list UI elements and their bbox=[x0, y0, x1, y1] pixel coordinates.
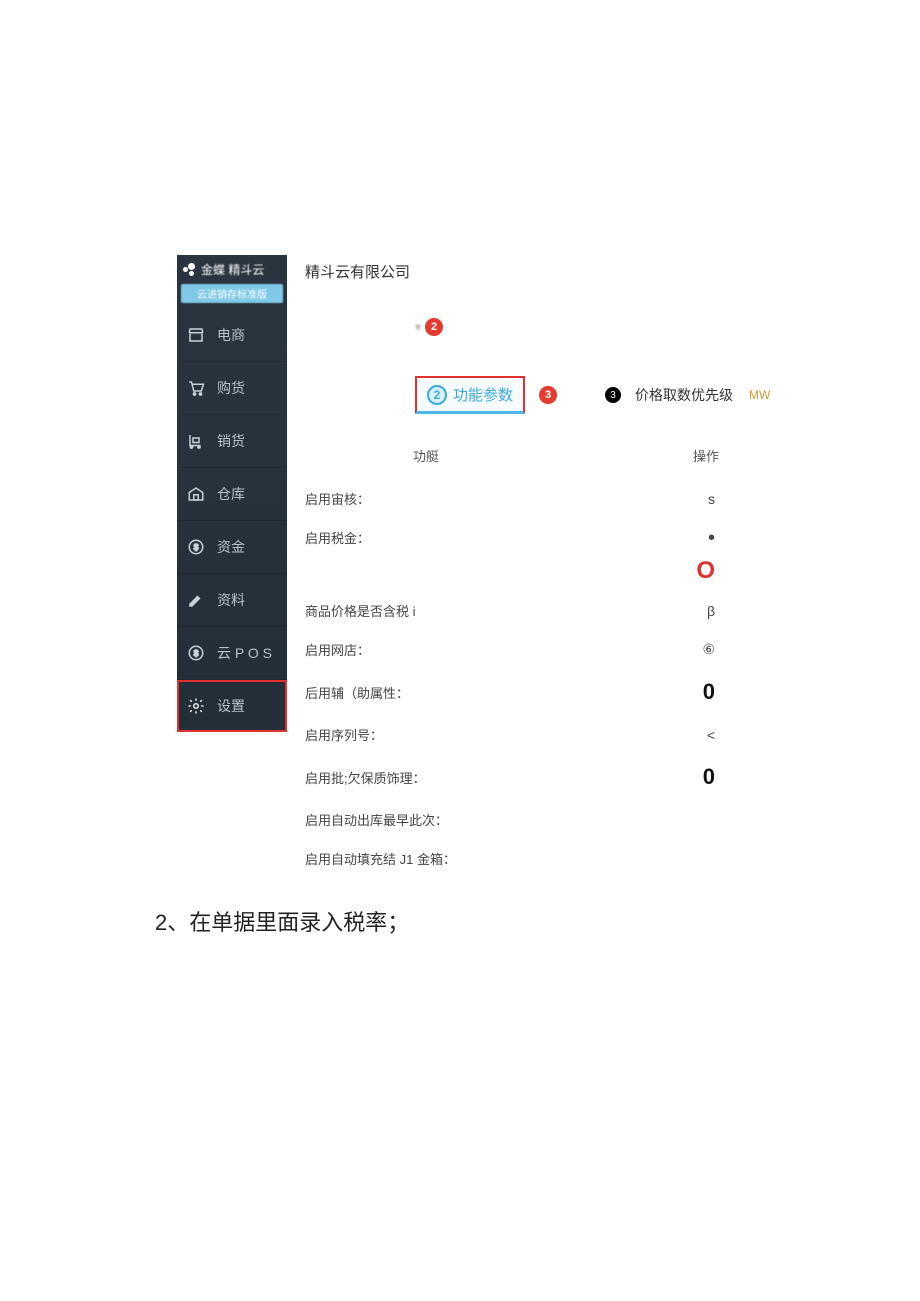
sidebar-item-label: 购货 bbox=[217, 378, 245, 398]
logo: 金蝶 精斗云 bbox=[177, 255, 287, 282]
sidebar-item-label: 仓库 bbox=[217, 484, 245, 504]
setting-value[interactable]: • bbox=[635, 535, 715, 541]
row-enable-serial: 启用序列号： < bbox=[305, 715, 797, 754]
row-enable-online-store: 启用网店： ⑥ bbox=[305, 630, 797, 669]
coin-icon: $ bbox=[187, 644, 205, 662]
sidebar-item-label: 销货 bbox=[217, 431, 245, 451]
edition-banner: 云进销存标准版 bbox=[181, 284, 283, 303]
row-enable-batch: 启用批;欠保质饰理： 0 bbox=[305, 754, 797, 800]
row-auto-fill-settlement: 启用自动填充结 J1 金箱： bbox=[305, 839, 797, 878]
tax-toggle-highlight[interactable]: O bbox=[635, 557, 715, 585]
pencil-icon bbox=[187, 591, 205, 609]
sidebar-item-label: 资金 bbox=[217, 537, 245, 557]
row-enable-audit: 启用宙核： s bbox=[305, 479, 797, 518]
row-enable-tax: 启用税金： • bbox=[305, 518, 797, 557]
header-function: 功艇 bbox=[413, 446, 673, 465]
svg-text:$: $ bbox=[194, 543, 199, 552]
main-area: 精斗云有限公司 ▾ 2 2 功能参数 3 3 价格取数优先级 MW 功艇 操作 … bbox=[287, 255, 797, 878]
gear-icon bbox=[187, 697, 205, 715]
table-header: 功艇 操作 bbox=[305, 442, 797, 479]
setting-label: 启用自动填充结 J1 金箱： bbox=[305, 849, 635, 868]
sidebar-item-ecommerce[interactable]: 电商 bbox=[177, 309, 287, 362]
sidebar: 金蝶 精斗云 云进销存标准版 电商 购货 销货 仓库 bbox=[177, 255, 287, 732]
setting-label: 启用税金： bbox=[305, 528, 635, 547]
header-operation: 操作 bbox=[693, 446, 719, 465]
sidebar-item-purchase[interactable]: 购货 bbox=[177, 362, 287, 415]
setting-value[interactable]: ⑥ bbox=[635, 641, 715, 658]
setting-label: 启用自动出库最早此次： bbox=[305, 810, 635, 829]
setting-label: 商品价格是否含税 i bbox=[305, 601, 635, 620]
sidebar-item-data[interactable]: 资料 bbox=[177, 574, 287, 627]
row-tax-toggle: O bbox=[305, 557, 797, 591]
tabs-row: 2 功能参数 3 3 价格取数优先级 MW bbox=[415, 376, 797, 414]
sidebar-item-label: 电商 bbox=[217, 325, 245, 345]
sidebar-item-label: 云 P O S bbox=[217, 643, 272, 663]
step-2-instruction: 2、在单据里面录入税率； bbox=[155, 905, 409, 937]
caret-down-icon: ▾ bbox=[415, 320, 421, 334]
logo-icon bbox=[183, 263, 197, 277]
bullet-3: 3 bbox=[605, 387, 621, 403]
settings-screenshot: 金蝶 精斗云 云进销存标准版 电商 购货 销货 仓库 bbox=[177, 255, 797, 878]
sidebar-item-pos[interactable]: $ 云 P O S bbox=[177, 627, 287, 680]
company-name: 精斗云有限公司 bbox=[305, 255, 797, 282]
shop-icon bbox=[187, 326, 205, 344]
tab-label: 功能参数 bbox=[453, 384, 513, 405]
priority-suffix: MW bbox=[749, 388, 770, 402]
setting-label: 后用辅（助属性： bbox=[305, 683, 635, 702]
warehouse-icon bbox=[187, 485, 205, 503]
logo-text: 金蝶 精斗云 bbox=[201, 261, 264, 278]
coin-icon: $ bbox=[187, 538, 205, 556]
price-priority-label: 价格取数优先级 bbox=[635, 385, 733, 405]
setting-label: 启用序列号： bbox=[305, 725, 635, 744]
sidebar-item-settings[interactable]: 设置 bbox=[177, 680, 287, 732]
settings-table: 功艇 操作 启用宙核： s 启用税金： • O 商品价格是否含税 i β 启用网… bbox=[305, 442, 797, 878]
step-badge-3: 3 bbox=[539, 386, 557, 404]
tab-step-number: 2 bbox=[427, 385, 447, 405]
setting-value[interactable]: 0 bbox=[635, 679, 715, 705]
setting-value[interactable]: 0 bbox=[635, 764, 715, 790]
sidebar-item-finance[interactable]: $ 资金 bbox=[177, 521, 287, 574]
row-price-include-tax: 商品价格是否含税 i β bbox=[305, 591, 797, 630]
setting-value[interactable]: < bbox=[635, 727, 715, 743]
row-auto-out-earliest: 启用自动出库最早此次： bbox=[305, 800, 797, 839]
sidebar-item-label: 资料 bbox=[217, 590, 245, 610]
row-enable-aux-attr: 后用辅（助属性： 0 bbox=[305, 669, 797, 715]
sidebar-item-label: 设置 bbox=[217, 696, 245, 716]
tab-function-params[interactable]: 2 功能参数 bbox=[415, 376, 525, 414]
sidebar-item-sales[interactable]: 销货 bbox=[177, 415, 287, 468]
setting-label: 启用批;欠保质饰理： bbox=[305, 768, 635, 787]
setting-label: 启用网店： bbox=[305, 640, 635, 659]
setting-value[interactable]: β bbox=[635, 603, 715, 619]
sidebar-item-warehouse[interactable]: 仓库 bbox=[177, 468, 287, 521]
setting-value[interactable]: s bbox=[635, 491, 715, 507]
setting-label: 启用宙核： bbox=[305, 489, 635, 508]
cart-icon bbox=[187, 379, 205, 397]
svg-text:$: $ bbox=[194, 649, 199, 658]
notification-badge-row: ▾ 2 bbox=[415, 318, 797, 336]
notification-badge[interactable]: 2 bbox=[425, 318, 443, 336]
trolley-icon bbox=[187, 432, 205, 450]
